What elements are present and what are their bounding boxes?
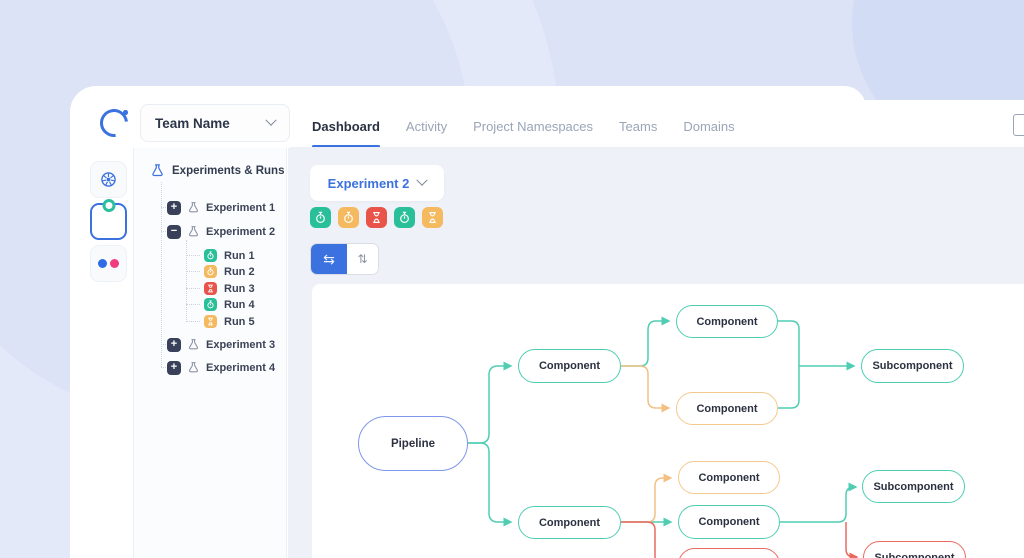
node-subcomponent-b1[interactable]: Subcomponent (862, 470, 965, 503)
tab-dashboard[interactable]: Dashboard (312, 104, 380, 148)
hourglass-icon (204, 282, 217, 295)
run-status-filter-row (310, 207, 443, 228)
vertical-layout-button[interactable]: ⇅ (347, 244, 378, 274)
hourglass-icon (204, 315, 217, 328)
tree-guide-line (161, 182, 162, 367)
node-component-a2[interactable]: Component (676, 392, 778, 425)
active-status-badge-icon (102, 199, 115, 212)
sidebar-item-experiments[interactable] (90, 203, 127, 240)
tab-domains[interactable]: Domains (683, 104, 734, 148)
node-subcomponent-b2[interactable]: Subcomponent (863, 541, 966, 558)
collapse-button[interactable]: − (167, 225, 181, 239)
tree-guide-line (186, 288, 200, 289)
node-component-a[interactable]: Component (518, 349, 621, 383)
app-screen: Team Name Dashboard Activity Project Nam… (0, 0, 1024, 558)
flask-icon (187, 201, 200, 214)
tree-item-experiment-3[interactable]: + Experiment 3 (167, 337, 275, 352)
stopwatch-icon[interactable] (394, 207, 415, 228)
flask-icon (187, 338, 200, 351)
expand-button[interactable]: + (167, 338, 181, 352)
experiment-selector[interactable]: Experiment 2 (310, 165, 444, 201)
tree-item-run-3[interactable]: Run 3 (204, 282, 255, 295)
node-pipeline[interactable]: Pipeline (358, 416, 468, 471)
sidebar-item-runs-compare[interactable] (90, 245, 127, 282)
tree-item-run-4[interactable]: Run 4 (204, 298, 255, 311)
layout-direction-toggle: ⇆ ⇅ (310, 243, 379, 275)
stopwatch-icon (204, 298, 217, 311)
node-component-b1[interactable]: Component (678, 461, 780, 494)
hourglass-icon[interactable] (422, 207, 443, 228)
stopwatch-icon (204, 265, 217, 278)
tree-item-run-1[interactable]: Run 1 (204, 249, 255, 262)
hourglass-icon[interactable] (366, 207, 387, 228)
node-subcomponent-a[interactable]: Subcomponent (861, 349, 964, 383)
horizontal-layout-button[interactable]: ⇆ (311, 244, 347, 274)
experiment-selector-label: Experiment 2 (328, 176, 410, 191)
expand-button[interactable]: + (167, 201, 181, 215)
tree-guide-line (186, 240, 187, 322)
tree-item-experiment-2[interactable]: − Experiment 2 (167, 224, 275, 239)
app-logo-dot (123, 110, 128, 115)
node-component-b2[interactable]: Component (678, 505, 780, 539)
swap-horizontal-icon: ⇆ (323, 251, 335, 268)
tree-guide-line (186, 271, 200, 272)
tab-teams[interactable]: Teams (619, 104, 657, 148)
team-selector-label: Team Name (155, 116, 230, 131)
tab-activity[interactable]: Activity (406, 104, 447, 148)
expand-button[interactable]: + (167, 361, 181, 375)
stopwatch-icon[interactable] (338, 207, 359, 228)
node-component-b3[interactable]: Component (678, 548, 780, 558)
flask-icon (150, 163, 165, 178)
swap-vertical-icon: ⇅ (357, 252, 367, 266)
flask-icon (187, 225, 200, 238)
stopwatch-icon (204, 249, 217, 262)
clipboard-icon[interactable] (1013, 114, 1024, 136)
tree-item-run-5[interactable]: Run 5 (204, 315, 255, 328)
flask-icon (187, 361, 200, 374)
sidebar-item-kubernetes[interactable] (90, 161, 127, 198)
tab-project-namespaces[interactable]: Project Namespaces (473, 104, 593, 148)
two-dots-icon (98, 259, 119, 268)
tree-guide-line (186, 321, 200, 322)
stopwatch-icon[interactable] (310, 207, 331, 228)
team-selector[interactable]: Team Name (140, 104, 290, 142)
experiments-tree-title: Experiments & Runs (150, 163, 284, 178)
chevron-down-icon (265, 115, 276, 126)
tree-guide-line (186, 304, 200, 305)
tree-item-run-2[interactable]: Run 2 (204, 265, 255, 278)
tree-item-experiment-1[interactable]: + Experiment 1 (167, 200, 275, 215)
node-component-a1[interactable]: Component (676, 305, 778, 338)
node-component-b[interactable]: Component (518, 506, 621, 539)
kubernetes-wheel-icon (99, 170, 118, 189)
main-tab-bar: Dashboard Activity Project Namespaces Te… (312, 104, 735, 148)
tree-guide-line (186, 255, 200, 256)
tree-item-experiment-4[interactable]: + Experiment 4 (167, 360, 275, 375)
chevron-down-icon (417, 175, 428, 186)
